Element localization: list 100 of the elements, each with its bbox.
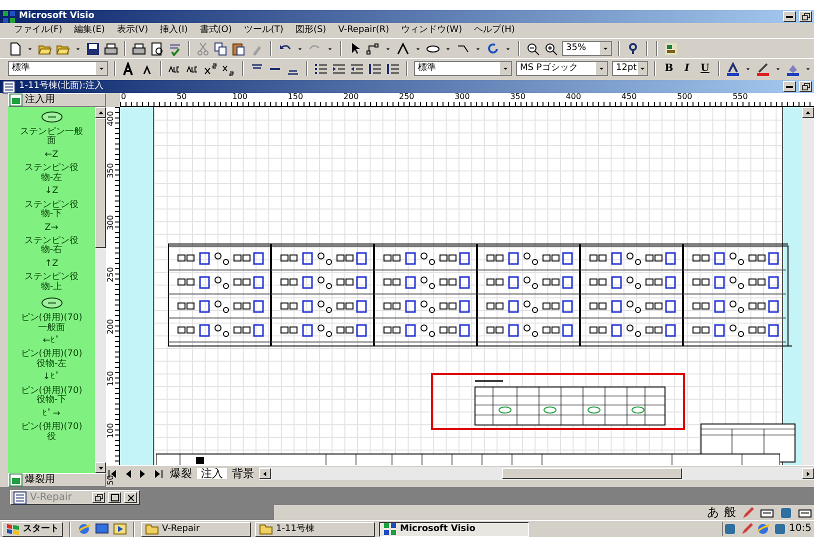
tray-icon[interactable]	[779, 506, 793, 520]
close-button[interactable]	[124, 492, 137, 503]
font-color-icon[interactable]	[726, 62, 740, 76]
scrollbar[interactable]	[95, 107, 106, 473]
bullets-icon[interactable]	[314, 62, 328, 76]
oval-shape-icon[interactable]	[40, 110, 62, 124]
pencil-icon[interactable]	[740, 522, 754, 536]
font-combo[interactable]: MS Pゴシック	[516, 61, 608, 76]
ruler-label: 200	[107, 319, 115, 334]
menu-item[interactable]: 図形(S)	[295, 25, 326, 36]
menu-item[interactable]: ツール(T)	[244, 25, 284, 36]
save-icon[interactable]	[86, 42, 100, 56]
window-title: Microsoft Visio	[19, 11, 96, 22]
stencil-item[interactable]: ステンピン役物-下	[18, 200, 84, 220]
connector-icon[interactable]	[366, 42, 380, 56]
taskbar-button[interactable]: Microsoft Visio	[379, 522, 529, 536]
menu-item[interactable]: ウィンドウ(W)	[401, 25, 462, 36]
ruler-label: 150	[107, 371, 115, 386]
outdent-icon[interactable]	[350, 62, 364, 76]
line-color-icon[interactable]	[756, 62, 770, 76]
menu-item[interactable]: ヘルプ(H)	[474, 25, 515, 36]
visio-logo-icon	[2, 10, 16, 24]
menu-item[interactable]: 表示(V)	[116, 25, 148, 36]
line-tool-icon[interactable]	[396, 42, 410, 56]
media-icon[interactable]	[113, 522, 127, 536]
stencil-item[interactable]: ←ﾋﾟ	[18, 337, 84, 346]
scrollbar[interactable]	[802, 107, 814, 465]
grow-font-icon[interactable]	[122, 62, 136, 76]
stencil-item[interactable]: ピン(併用)(70)役物-下	[18, 386, 84, 406]
stencil-item[interactable]: ﾋﾟ→	[18, 410, 84, 420]
restore-button[interactable]	[799, 81, 812, 92]
drawing-icon	[2, 80, 16, 94]
tray-icon[interactable]	[723, 522, 738, 536]
minimize-icon	[786, 86, 793, 88]
printer-icon[interactable]	[132, 42, 146, 56]
desktop-icon[interactable]	[95, 522, 109, 536]
minimize-button[interactable]	[783, 11, 796, 22]
ruler-label: 200	[343, 93, 359, 101]
printer-icon[interactable]	[104, 42, 118, 56]
spell-check-icon[interactable]	[168, 42, 182, 56]
menu-item[interactable]: 書式(O)	[200, 25, 232, 36]
restore-icon	[94, 492, 104, 502]
restore-button[interactable]	[92, 492, 105, 503]
folder-icon	[145, 522, 159, 536]
stencil-item[interactable]: ↑Z	[18, 260, 84, 270]
taskbar-button[interactable]: V-Repair	[141, 522, 251, 536]
ruler-label: 350	[107, 163, 115, 178]
italic-button[interactable]: I	[680, 62, 694, 74]
zoom-in-icon[interactable]	[544, 42, 558, 56]
restore-button[interactable]	[799, 11, 812, 22]
underline-button[interactable]: U	[698, 62, 712, 74]
spacing-icon[interactable]	[368, 62, 382, 76]
maximize-icon	[110, 492, 120, 502]
ruler-label: 250	[107, 267, 115, 282]
bold-button[interactable]: B	[662, 62, 676, 74]
text-style-combo[interactable]: 標準	[414, 61, 512, 76]
stencil-item[interactable]: ↓Z	[18, 187, 84, 197]
ruler-label: 100	[107, 423, 115, 438]
start-button[interactable]: スタート	[2, 522, 63, 536]
preview-icon[interactable]	[150, 42, 164, 56]
shapes-window-icon[interactable]	[664, 42, 678, 56]
visio-logo-icon	[383, 522, 397, 536]
minimize-button[interactable]	[783, 81, 796, 92]
indent-icon[interactable]	[332, 62, 346, 76]
menu-item[interactable]: 編集(E)	[74, 25, 105, 36]
page-tab[interactable]: 注入	[197, 468, 227, 479]
paste-icon[interactable]	[232, 42, 246, 56]
style-combo[interactable]: 標準	[8, 61, 108, 76]
zoom-combo[interactable]: 35%	[562, 41, 612, 56]
superscript-icon[interactable]	[204, 62, 218, 76]
taskbar-button[interactable]: 1-11号棟	[255, 522, 375, 536]
spacing-icon[interactable]	[386, 62, 400, 76]
copy-icon[interactable]	[214, 42, 228, 56]
oval-shape-icon[interactable]	[40, 296, 62, 310]
stencil-item[interactable]: ステンピン役物-上	[18, 273, 84, 292]
rotate-icon[interactable]	[486, 42, 500, 56]
ruler-label: 400	[566, 93, 582, 101]
stencil-item[interactable]: ピン(併用)(70)一般面	[18, 314, 84, 333]
stencil-item[interactable]: ステンピン役物-左	[18, 164, 84, 184]
menu-item[interactable]: ファイル(F)	[14, 25, 62, 36]
font-size-combo[interactable]: 12pt	[612, 61, 648, 76]
menu-item[interactable]: 挿入(I)	[160, 25, 188, 36]
drawing-icon	[13, 490, 27, 504]
menu-item[interactable]: V-Repair(R)	[338, 25, 390, 36]
zoom-out-icon[interactable]	[526, 42, 540, 56]
scrollbar[interactable]	[259, 467, 814, 480]
ruler-label: 450	[621, 93, 637, 101]
stencil-item[interactable]: ↓ﾋﾟ	[18, 373, 84, 383]
new-document-icon[interactable]	[8, 42, 22, 56]
ime-button[interactable]: 般	[724, 505, 736, 520]
stencil-item[interactable]: ピン(併用)(70)役	[18, 423, 84, 442]
folder-icon	[259, 522, 273, 536]
stencil-item[interactable]: Z→	[18, 224, 84, 233]
stencil-item[interactable]: ステンピン役物-右	[18, 236, 84, 256]
stencil-item[interactable]: ←Z	[18, 150, 84, 160]
maximize-button[interactable]	[108, 492, 121, 503]
stencil-item[interactable]: ステンピン一般面	[18, 128, 84, 147]
stencil-item[interactable]: ピン(併用)(70)役物-左	[18, 350, 84, 370]
ime-button[interactable]: あ	[707, 505, 719, 520]
ruler-label: 500	[677, 93, 692, 101]
